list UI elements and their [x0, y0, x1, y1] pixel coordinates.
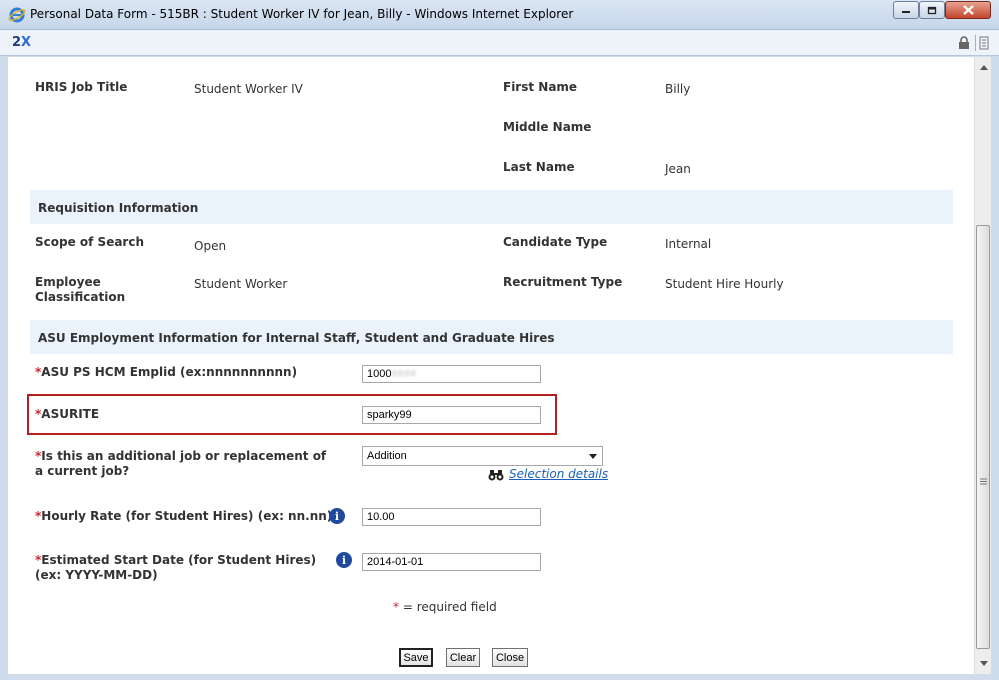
- info-icon[interactable]: i: [329, 508, 345, 524]
- scope-of-search-value: Open: [194, 239, 227, 253]
- lock-icon: [959, 36, 969, 49]
- close-button[interactable]: Close: [492, 648, 528, 667]
- employee-classification-value: Student Worker: [194, 277, 288, 291]
- emplid-field[interactable]: 1000####: [362, 365, 541, 383]
- close-icon: [962, 5, 974, 15]
- hourly-rate-label: *Hourly Rate (for Student Hires) (ex: nn…: [35, 509, 333, 523]
- toolbar-divider: [975, 35, 976, 51]
- job-type-select[interactable]: Addition: [362, 446, 603, 466]
- start-date-field[interactable]: 2014-01-01: [362, 553, 541, 571]
- form-content: HRIS Job Title Student Worker IV First N…: [8, 57, 974, 674]
- close-window-button[interactable]: [945, 1, 991, 19]
- recruitment-type-value: Student Hire Hourly: [665, 277, 784, 291]
- clear-button[interactable]: Clear: [446, 648, 480, 667]
- first-name-label: First Name: [503, 80, 578, 94]
- window-titlebar: Personal Data Form - 515BR : Student Wor…: [0, 0, 999, 30]
- scroll-up-icon[interactable]: [975, 59, 992, 76]
- scrollbar-thumb[interactable]: [976, 225, 990, 649]
- selection-details-link[interactable]: Selection details: [509, 467, 608, 481]
- employment-section-header: ASU Employment Information for Internal …: [30, 320, 953, 354]
- minimize-button[interactable]: [893, 1, 919, 19]
- recruitment-type-label: Recruitment Type: [503, 275, 623, 289]
- browser-toolbar: 2X: [0, 30, 999, 56]
- vertical-scrollbar[interactable]: [974, 57, 991, 674]
- asurite-field[interactable]: sparky99: [362, 406, 541, 424]
- hris-job-title-value: Student Worker IV: [194, 82, 303, 96]
- requisition-section-header: Requisition Information: [30, 190, 953, 224]
- window-title: Personal Data Form - 515BR : Student Wor…: [30, 7, 574, 21]
- employee-classification-label: Employee Classification: [35, 275, 126, 304]
- maximize-icon: [927, 6, 937, 14]
- last-name-value: Jean: [665, 162, 691, 176]
- required-field-note: * = required field: [393, 600, 497, 614]
- scroll-down-icon[interactable]: [975, 655, 992, 672]
- binoculars-icon[interactable]: [488, 468, 504, 482]
- asurite-label: *ASURITE: [35, 407, 100, 421]
- toolbar-scroll-icon[interactable]: [979, 36, 989, 50]
- ie-logo-icon: [8, 7, 26, 23]
- save-button[interactable]: Save: [399, 648, 433, 667]
- middle-name-label: Middle Name: [503, 120, 592, 134]
- job-type-label: *Is this an additional job or replacemen…: [35, 449, 327, 478]
- first-name-value: Billy: [665, 82, 691, 96]
- hris-job-title-label: HRIS Job Title: [35, 80, 128, 94]
- maximize-button[interactable]: [919, 1, 945, 19]
- minimize-icon: [902, 11, 910, 13]
- toolbar-logo: 2X: [12, 35, 32, 50]
- candidate-type-value: Internal: [665, 237, 712, 251]
- candidate-type-label: Candidate Type: [503, 235, 608, 249]
- last-name-label: Last Name: [503, 160, 575, 174]
- chevron-down-icon: [589, 454, 597, 459]
- start-date-label: *Estimated Start Date (for Student Hires…: [35, 553, 317, 582]
- info-icon[interactable]: i: [336, 552, 352, 568]
- window-bottom-frame: [0, 674, 999, 680]
- scope-of-search-label: Scope of Search: [35, 235, 145, 249]
- hourly-rate-field[interactable]: 10.00: [362, 508, 541, 526]
- emplid-label: *ASU PS HCM Emplid (ex:nnnnnnnnnn): [35, 365, 298, 379]
